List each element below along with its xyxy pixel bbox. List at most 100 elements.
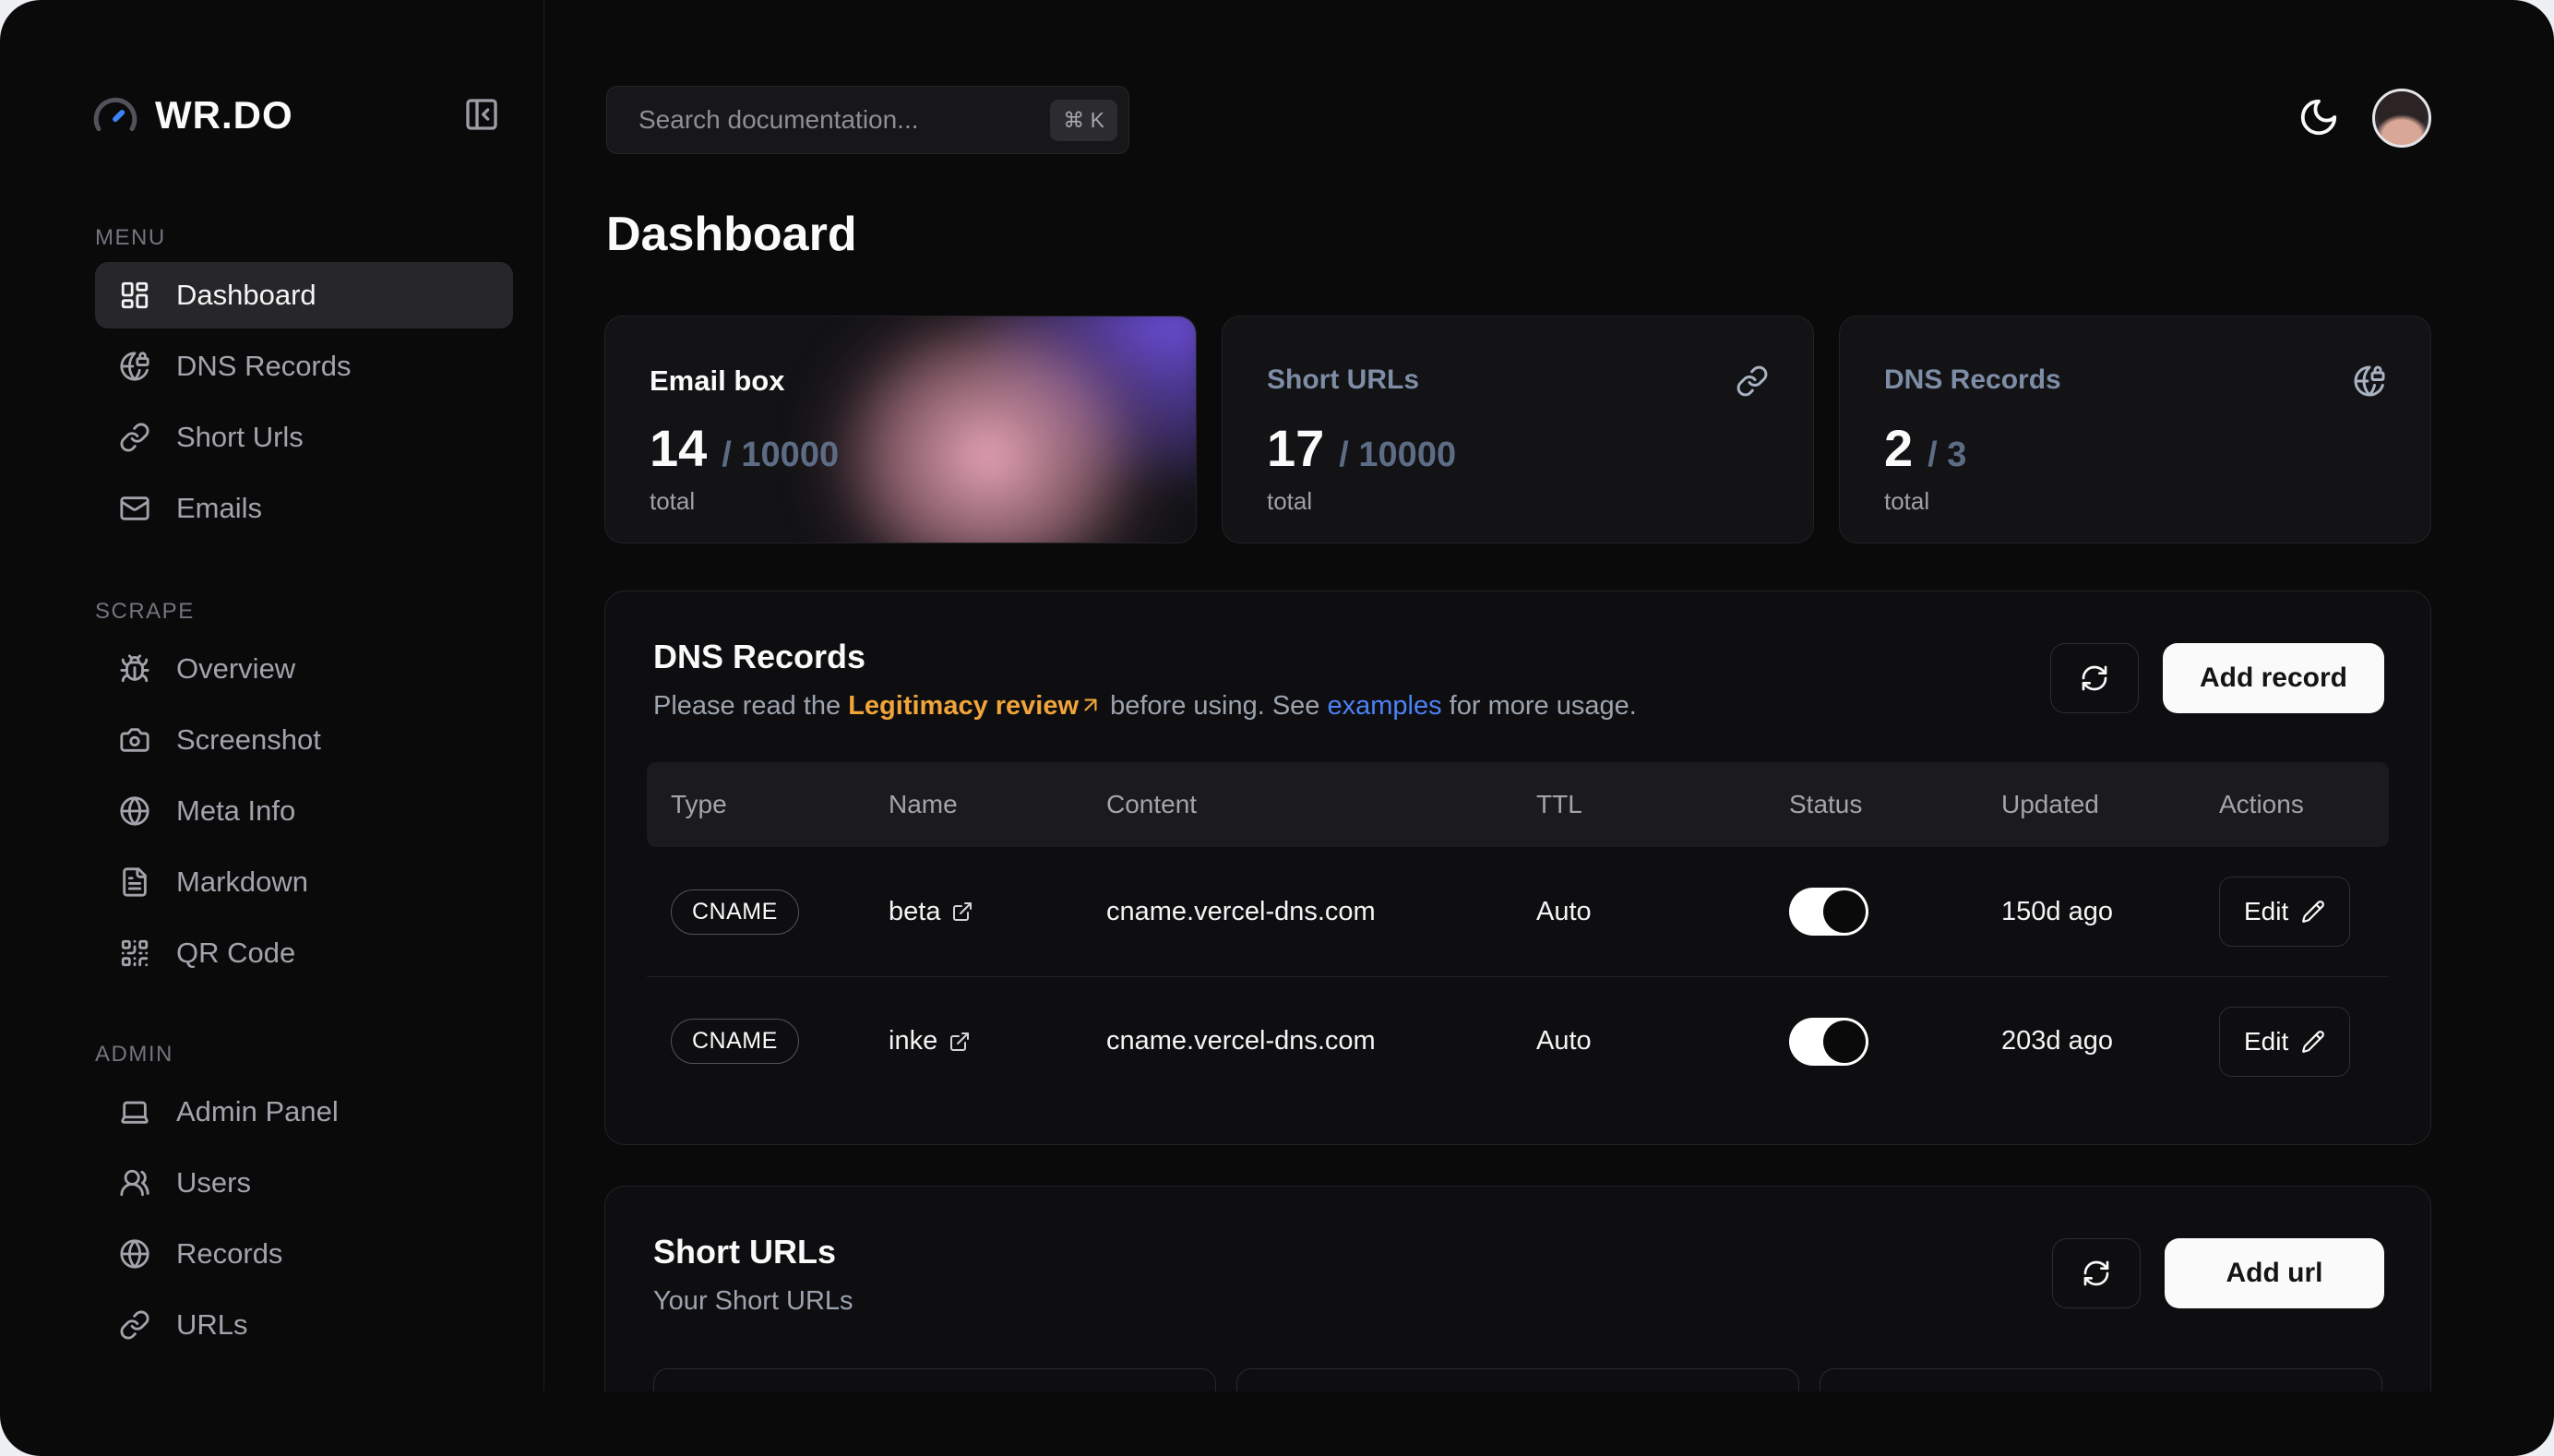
camera-icon <box>119 724 150 756</box>
column-header-type: Type <box>671 790 889 819</box>
record-ttl: Auto <box>1536 1026 1789 1056</box>
sidebar-item-label: Screenshot <box>176 723 321 757</box>
legitimacy-review-link[interactable]: Legitimacy review <box>848 691 1079 721</box>
arrow-up-right-icon <box>1079 693 1103 717</box>
globe-lock-icon <box>2353 364 2386 398</box>
sidebar-item-label: Overview <box>176 652 295 686</box>
record-ttl: Auto <box>1536 897 1789 927</box>
column-header-status: Status <box>1789 790 2001 819</box>
column-header-content: Content <box>1106 790 1536 819</box>
app-window: WR.DO MENU Dashboard DNS Records <box>0 0 2554 1456</box>
stat-card-title: DNS Records <box>1884 364 2061 396</box>
stat-card-value: 14 <box>650 418 707 478</box>
search-by-user-name-input[interactable] <box>1820 1368 2382 1391</box>
link-icon <box>1736 364 1769 398</box>
mail-icon <box>119 493 150 524</box>
sidebar-item-emails[interactable]: Emails <box>95 475 513 542</box>
search-box: ⌘ K <box>606 86 1129 154</box>
user-avatar[interactable] <box>2372 89 2431 148</box>
add-record-button[interactable]: Add record <box>2163 643 2384 713</box>
sidebar-item-label: Markdown <box>176 865 308 899</box>
sidebar-item-admin-panel[interactable]: Admin Panel <box>95 1079 513 1145</box>
sidebar-item-label: Emails <box>176 492 262 525</box>
sidebar-item-label: Short Urls <box>176 421 304 454</box>
logo-text: WR.DO <box>155 93 461 137</box>
add-url-button[interactable]: Add url <box>2165 1238 2384 1308</box>
stat-card-caption: total <box>1267 487 1769 516</box>
table-row: CNAME inke cname.vercel-dns.com Auto 203… <box>647 976 2389 1105</box>
record-name-cell: beta <box>889 897 1106 927</box>
record-name: beta <box>889 897 940 927</box>
record-type-badge: CNAME <box>671 889 799 935</box>
panel-left-close-icon <box>463 96 500 133</box>
sidebar-collapse-button[interactable] <box>461 95 502 136</box>
edit-record-button[interactable]: Edit <box>2219 877 2350 947</box>
sidebar-item-qr-code[interactable]: QR Code <box>95 920 513 986</box>
gauge-logo-icon <box>92 92 138 138</box>
record-name-cell: inke <box>889 1026 1106 1056</box>
search-shortcut-badge: ⌘ K <box>1050 100 1117 141</box>
laptop-icon <box>119 1096 150 1128</box>
sidebar-section-admin-label: ADMIN <box>95 1042 543 1068</box>
external-link-icon[interactable] <box>949 1031 971 1053</box>
sidebar-logo: WR.DO <box>0 0 543 138</box>
sidebar-item-label: DNS Records <box>176 350 352 383</box>
sidebar-section-menu-label: MENU <box>95 225 543 251</box>
stat-card-title: Email box <box>650 364 784 398</box>
sidebar-item-label: Meta Info <box>176 794 295 828</box>
subtitle-text: Please read the <box>653 691 848 721</box>
edit-label: Edit <box>2244 1027 2288 1056</box>
sidebar-item-screenshot[interactable]: Screenshot <box>95 707 513 773</box>
sidebar-item-label: Users <box>176 1166 251 1199</box>
record-updated: 150d ago <box>2001 897 2219 927</box>
theme-toggle-button[interactable] <box>2291 90 2346 146</box>
external-link-icon[interactable] <box>951 901 973 923</box>
sidebar-item-dashboard[interactable]: Dashboard <box>95 262 513 328</box>
record-content: cname.vercel-dns.com <box>1106 1026 1536 1056</box>
bug-icon <box>119 653 150 685</box>
sidebar-menu-list: Dashboard DNS Records Short Urls Emails <box>95 262 513 542</box>
stat-card-caption: total <box>1884 487 2386 516</box>
record-status-toggle[interactable] <box>1789 888 1868 936</box>
subtitle-text: before using. See <box>1103 691 1327 721</box>
sidebar-item-label: Admin Panel <box>176 1095 339 1128</box>
short-urls-panel: Short URLs Your Short URLs Add url <box>604 1186 2431 1391</box>
refresh-icon <box>2082 1259 2111 1288</box>
toggle-knob <box>1823 890 1866 933</box>
pencil-icon <box>2301 1030 2325 1054</box>
link-icon <box>119 422 150 453</box>
stat-card-caption: total <box>650 487 1152 516</box>
sidebar-item-dns-records[interactable]: DNS Records <box>95 333 513 400</box>
stat-card-limit: / 10000 <box>722 436 839 475</box>
record-updated: 203d ago <box>2001 1026 2219 1056</box>
sidebar-item-meta-info[interactable]: Meta Info <box>95 778 513 844</box>
search-input[interactable] <box>638 105 1050 135</box>
sidebar-item-markdown[interactable]: Markdown <box>95 849 513 915</box>
dns-records-panel: DNS Records Please read the Legitimacy r… <box>604 591 2431 1145</box>
edit-record-button[interactable]: Edit <box>2219 1007 2350 1077</box>
sidebar-item-overview[interactable]: Overview <box>95 636 513 702</box>
sidebar: WR.DO MENU Dashboard DNS Records <box>0 0 544 1391</box>
record-type-badge: CNAME <box>671 1019 799 1064</box>
page-title: Dashboard <box>606 207 857 262</box>
sidebar-section-scrape-label: SCRAPE <box>95 599 543 625</box>
sidebar-item-records[interactable]: Records <box>95 1221 513 1287</box>
stat-card-limit: / 3 <box>1927 436 1966 475</box>
short-urls-refresh-button[interactable] <box>2052 1238 2141 1308</box>
subtitle-text: for more usage. <box>1442 691 1637 721</box>
qr-code-icon <box>119 937 150 969</box>
sidebar-item-short-urls[interactable]: Short Urls <box>95 404 513 471</box>
globe-icon <box>119 1238 150 1270</box>
column-header-actions: Actions <box>2219 790 2389 819</box>
search-by-slug-input[interactable] <box>653 1368 1216 1391</box>
examples-link[interactable]: examples <box>1328 691 1442 721</box>
sidebar-item-users[interactable]: Users <box>95 1150 513 1216</box>
link-icon <box>119 1309 150 1341</box>
search-by-target-input[interactable] <box>1236 1368 1799 1391</box>
sidebar-item-urls[interactable]: URLs <box>95 1292 513 1358</box>
stat-card-value: 2 <box>1884 418 1913 478</box>
moon-icon <box>2297 96 2340 138</box>
dns-refresh-button[interactable] <box>2050 643 2139 713</box>
record-status-toggle[interactable] <box>1789 1018 1868 1066</box>
dns-records-table: Type Name Content TTL Status Updated Act… <box>647 762 2389 1105</box>
